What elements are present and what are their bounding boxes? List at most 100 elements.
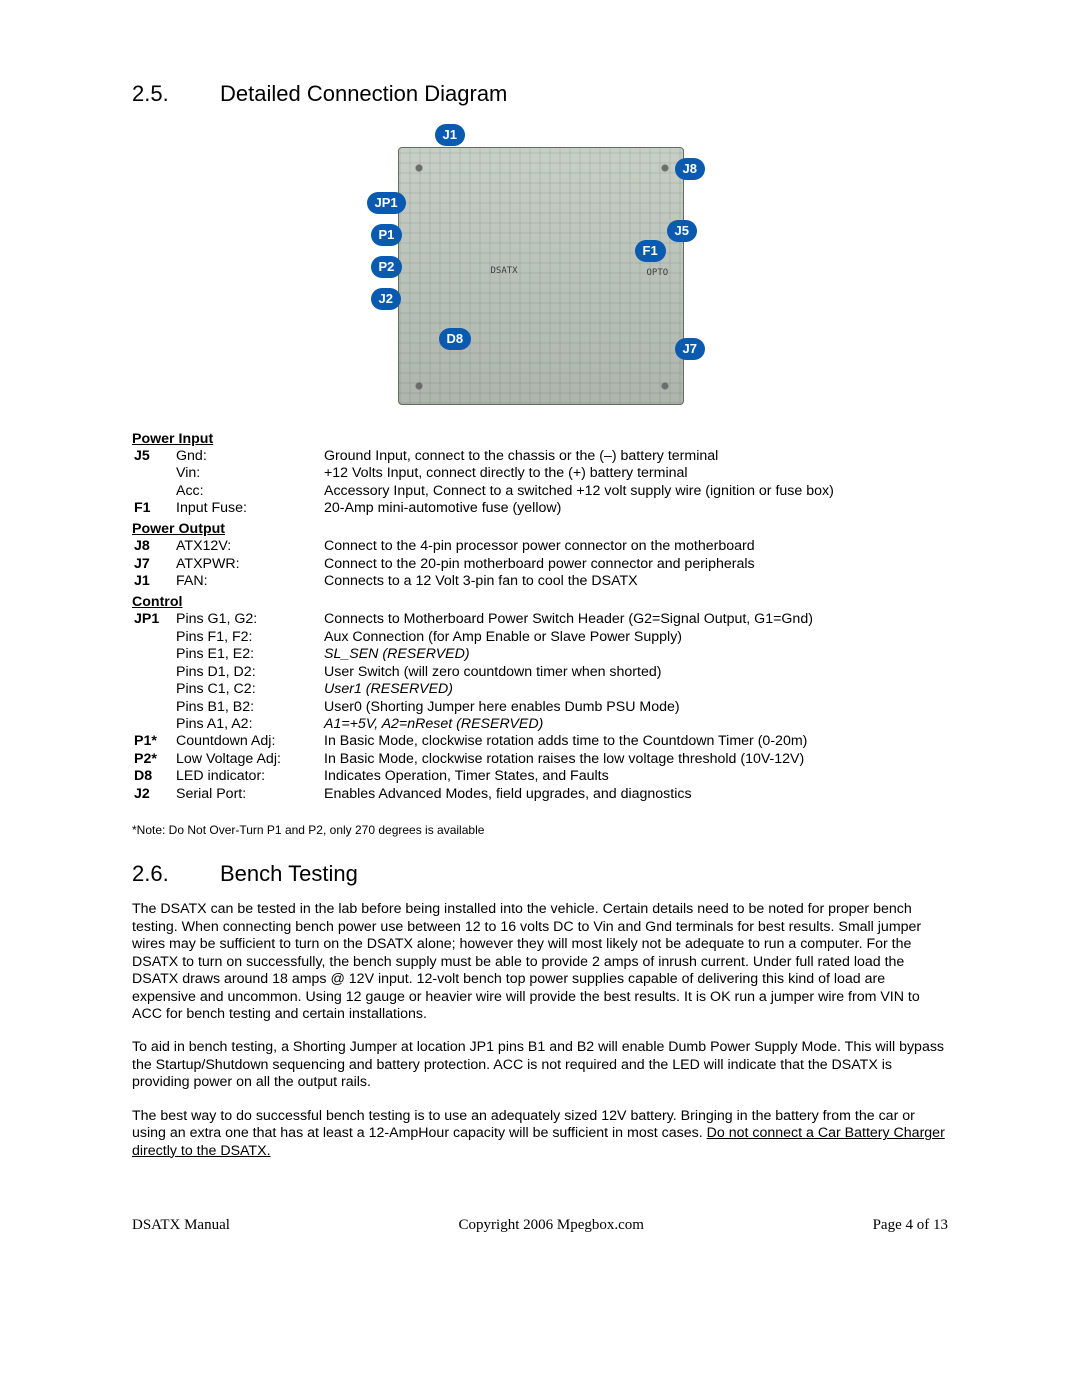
ref-cell: D8 xyxy=(132,768,174,785)
footnote: *Note: Do Not Over-Turn P1 and P2, only … xyxy=(132,823,948,838)
pin-cell: Pins F1, F2: xyxy=(174,629,322,646)
table-row: J1FAN:Connects to a 12 Volt 3-pin fan to… xyxy=(132,573,948,590)
ref-cell: JP1 xyxy=(132,611,174,628)
desc-cell: Ground Input, connect to the chassis or … xyxy=(322,448,948,465)
pin-cell: ATXPWR: xyxy=(174,556,322,573)
desc-cell: Aux Connection (for Amp Enable or Slave … xyxy=(322,629,948,646)
bench-testing-para-2: To aid in bench testing, a Shorting Jump… xyxy=(132,1039,948,1091)
table-row: J8ATX12V:Connect to the 4-pin processor … xyxy=(132,538,948,555)
ref-cell: J5 xyxy=(132,448,174,465)
table-row: Pins E1, E2:SL_SEN (RESERVED) xyxy=(132,646,948,663)
callout-p2: P2 xyxy=(372,257,402,277)
section-heading-25: 2.5. Detailed Connection Diagram xyxy=(132,80,948,107)
ref-cell: P2* xyxy=(132,751,174,768)
ref-cell xyxy=(132,483,174,500)
desc-cell: Connects to Motherboard Power Switch Hea… xyxy=(322,611,948,628)
footer-center: Copyright 2006 Mpegbox.com xyxy=(459,1216,644,1234)
bench-testing-para-3: The best way to do successful bench test… xyxy=(132,1108,948,1160)
callout-j2: J2 xyxy=(372,289,400,309)
table-row: D8LED indicator:Indicates Operation, Tim… xyxy=(132,768,948,785)
pin-cell: Pins G1, G2: xyxy=(174,611,322,628)
table-row: Pins F1, F2:Aux Connection (for Amp Enab… xyxy=(132,629,948,646)
table-row: P1*Countdown Adj:In Basic Mode, clockwis… xyxy=(132,733,948,750)
section-title-text: Bench Testing xyxy=(220,860,358,887)
pin-cell: Gnd: xyxy=(174,448,322,465)
footer-left: DSATX Manual xyxy=(132,1216,230,1234)
control-table: JP1Pins G1, G2:Connects to Motherboard P… xyxy=(132,611,948,803)
ref-cell: J7 xyxy=(132,556,174,573)
desc-cell: Indicates Operation, Timer States, and F… xyxy=(322,768,948,785)
callout-j1: J1 xyxy=(436,125,464,145)
table-row: Pins C1, C2:User1 (RESERVED) xyxy=(132,681,948,698)
ref-cell xyxy=(132,465,174,482)
desc-cell: SL_SEN (RESERVED) xyxy=(322,646,948,663)
section-heading-26: 2.6. Bench Testing xyxy=(132,860,948,887)
section-number: 2.5. xyxy=(132,80,220,107)
section-title-text: Detailed Connection Diagram xyxy=(220,80,507,107)
desc-cell: User1 (RESERVED) xyxy=(322,681,948,698)
pin-cell: Serial Port: xyxy=(174,786,322,803)
pin-cell: Pins E1, E2: xyxy=(174,646,322,663)
page-footer: DSATX Manual Copyright 2006 Mpegbox.com … xyxy=(132,1216,948,1234)
label-power-output: Power Output xyxy=(132,521,948,538)
pin-cell: LED indicator: xyxy=(174,768,322,785)
power-input-table: J5Gnd:Ground Input, connect to the chass… xyxy=(132,448,948,518)
desc-cell: Enables Advanced Modes, field upgrades, … xyxy=(322,786,948,803)
table-row: P2*Low Voltage Adj:In Basic Mode, clockw… xyxy=(132,751,948,768)
ref-cell: J8 xyxy=(132,538,174,555)
table-row: Vin:+12 Volts Input, connect directly to… xyxy=(132,465,948,482)
pin-cell: Low Voltage Adj: xyxy=(174,751,322,768)
desc-cell: In Basic Mode, clockwise rotation raises… xyxy=(322,751,948,768)
table-row: J2Serial Port:Enables Advanced Modes, fi… xyxy=(132,786,948,803)
ref-cell xyxy=(132,664,174,681)
ref-cell xyxy=(132,681,174,698)
pin-cell: Vin: xyxy=(174,465,322,482)
table-row: J7ATXPWR:Connect to the 20-pin motherboa… xyxy=(132,556,948,573)
pin-cell: ATX12V: xyxy=(174,538,322,555)
desc-cell: 20-Amp mini-automotive fuse (yellow) xyxy=(322,500,948,517)
desc-cell: Accessory Input, Connect to a switched +… xyxy=(322,483,948,500)
board-label-dsatx: DSATX xyxy=(491,266,518,277)
label-control: Control xyxy=(132,594,948,611)
table-row: Pins A1, A2:A1=+5V, A2=nReset (RESERVED) xyxy=(132,716,948,733)
callout-d8: D8 xyxy=(440,329,471,349)
desc-cell: Connects to a 12 Volt 3-pin fan to cool … xyxy=(322,573,948,590)
pin-cell: Pins B1, B2: xyxy=(174,699,322,716)
desc-cell: +12 Volts Input, connect directly to the… xyxy=(322,465,948,482)
bench-testing-para-1: The DSATX can be tested in the lab befor… xyxy=(132,901,948,1023)
desc-cell: User Switch (will zero countdown timer w… xyxy=(322,664,948,681)
table-row: F1Input Fuse:20-Amp mini-automotive fuse… xyxy=(132,500,948,517)
callout-p1: P1 xyxy=(372,225,402,245)
desc-cell: Connect to the 4-pin processor power con… xyxy=(322,538,948,555)
pin-cell: Pins A1, A2: xyxy=(174,716,322,733)
pin-cell: Input Fuse: xyxy=(174,500,322,517)
section-number: 2.6. xyxy=(132,860,220,887)
table-row: J5Gnd:Ground Input, connect to the chass… xyxy=(132,448,948,465)
callout-j7: J7 xyxy=(676,339,704,359)
power-output-table: J8ATX12V:Connect to the 4-pin processor … xyxy=(132,538,948,590)
connection-diagram: DSATX OPTO J1 J8 JP1 J5 P1 F1 P2 J2 D8 J… xyxy=(132,121,948,422)
callout-jp1: JP1 xyxy=(368,193,405,213)
ref-cell: F1 xyxy=(132,500,174,517)
pin-cell: Pins C1, C2: xyxy=(174,681,322,698)
callout-j8: J8 xyxy=(676,159,704,179)
pin-cell: Countdown Adj: xyxy=(174,733,322,750)
table-row: Pins D1, D2:User Switch (will zero count… xyxy=(132,664,948,681)
pin-cell: Pins D1, D2: xyxy=(174,664,322,681)
pin-cell: FAN: xyxy=(174,573,322,590)
ref-cell xyxy=(132,629,174,646)
ref-cell xyxy=(132,646,174,663)
footer-page: Page 4 of 13 xyxy=(873,1216,948,1234)
ref-cell: J1 xyxy=(132,573,174,590)
table-row: Pins B1, B2:User0 (Shorting Jumper here … xyxy=(132,699,948,716)
ref-cell: J2 xyxy=(132,786,174,803)
board-label-opto: OPTO xyxy=(647,268,669,279)
table-row: Acc:Accessory Input, Connect to a switch… xyxy=(132,483,948,500)
ref-cell xyxy=(132,699,174,716)
label-power-input: Power Input xyxy=(132,431,948,448)
desc-cell: In Basic Mode, clockwise rotation adds t… xyxy=(322,733,948,750)
pin-cell: Acc: xyxy=(174,483,322,500)
callout-f1: F1 xyxy=(636,241,665,261)
ref-cell xyxy=(132,716,174,733)
desc-cell: A1=+5V, A2=nReset (RESERVED) xyxy=(322,716,948,733)
